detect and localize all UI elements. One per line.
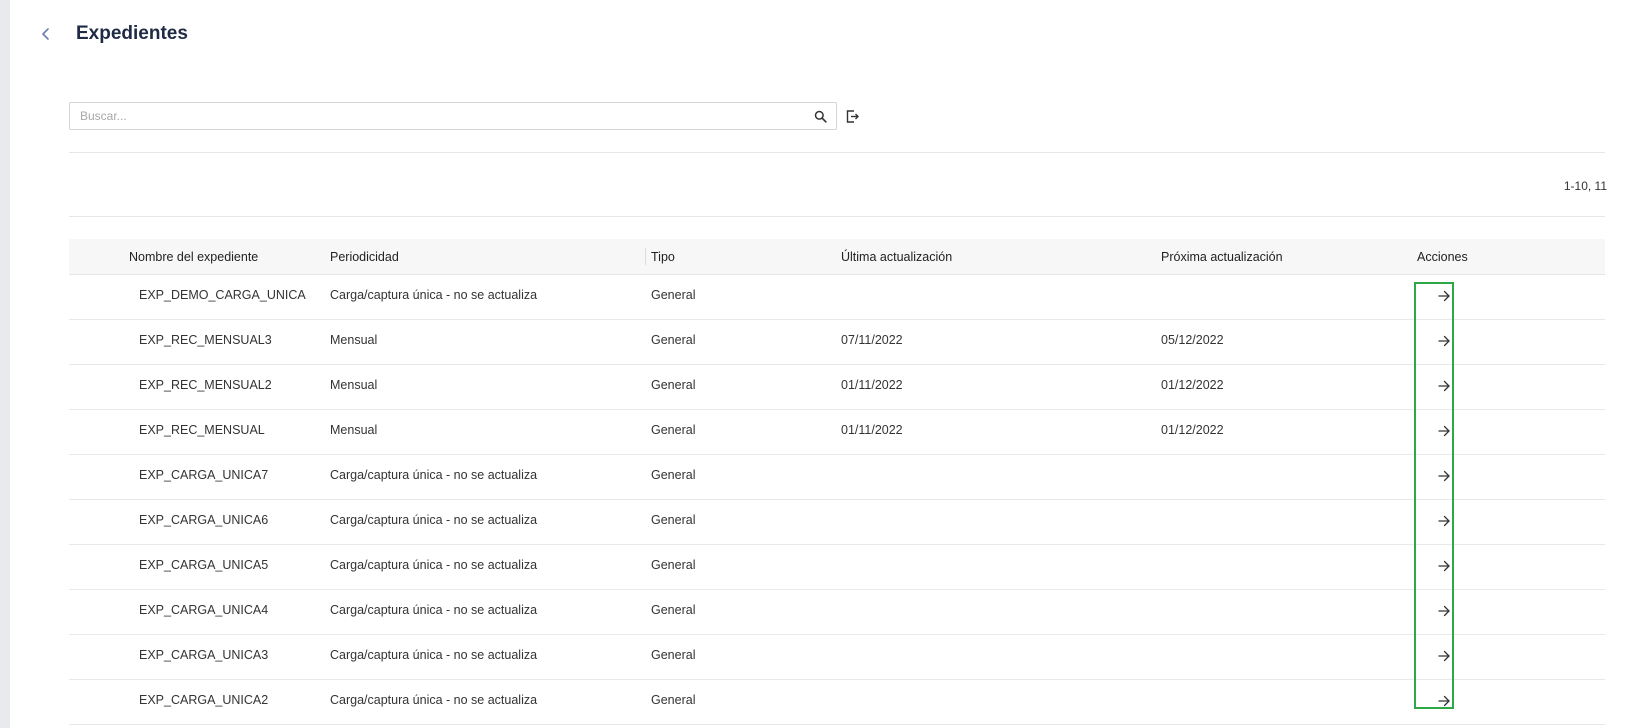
cell-name: EXP_CARGA_UNICA7 [139,468,269,482]
cell-next-update: 01/12/2022 [1161,378,1224,392]
cell-type: General [651,648,696,662]
arrow-right-icon [1438,650,1450,662]
cell-periodicity: Mensual [330,333,378,347]
cell-type: General [651,423,696,437]
cell-name: EXP_CARGA_UNICA6 [139,513,269,527]
table-body: EXP_DEMO_CARGA_UNICA Carga/captura única … [69,275,1605,725]
records-table: Nombre del expediente Periodicidad Tipo … [69,239,1605,725]
arrow-right-icon [1438,695,1450,707]
table-row[interactable]: EXP_CARGA_UNICA7 Carga/captura única - no… [69,455,1605,500]
table-header: Nombre del expediente Periodicidad Tipo … [69,239,1605,275]
cell-periodicity: Carga/captura única - no se actualiza [330,558,538,572]
pagination-info: 1-10, 11 [1563,179,1607,193]
table-row[interactable]: EXP_CARGA_UNICA6 Carga/captura única - no… [69,500,1605,545]
table-row[interactable]: EXP_CARGA_UNICA5 Carga/captura única - no… [69,545,1605,590]
col-header-periodicity[interactable]: Periodicidad [330,239,399,274]
cell-type: General [651,603,696,617]
table-row[interactable]: EXP_REC_MENSUAL3 Mensual General 07/11/2022… [69,320,1605,365]
cell-periodicity: Carga/captura única - no se actualiza [330,648,538,662]
cell-name: EXP_CARGA_UNICA2 [139,693,269,707]
cell-periodicity: Mensual [330,423,378,437]
col-header-type[interactable]: Tipo [651,239,675,274]
table-row[interactable]: EXP_DEMO_CARGA_UNICA Carga/captura única … [69,275,1605,320]
table-row[interactable]: EXP_REC_MENSUAL Mensual General 01/11/2022 0… [69,410,1605,455]
cell-next-update: 01/12/2022 [1161,423,1224,437]
export-button[interactable] [843,107,861,125]
cell-periodicity: Carga/captura única - no se actualiza [330,603,538,617]
arrow-right-icon [1438,560,1450,572]
chevron-left-icon [42,28,49,40]
cell-type: General [651,378,696,392]
open-record-button[interactable] [1432,284,1456,308]
col-header-name[interactable]: Nombre del expediente [129,239,258,274]
arrow-right-icon [1438,290,1450,302]
cell-last-update: 01/11/2022 [841,423,903,437]
cell-name: EXP_CARGA_UNICA5 [139,558,269,572]
cell-periodicity: Mensual [330,378,378,392]
open-record-button[interactable] [1432,689,1456,713]
search-icon[interactable] [812,108,828,124]
cell-type: General [651,693,696,707]
cell-periodicity: Carga/captura única - no se actualiza [330,693,538,707]
arrow-right-icon [1438,605,1450,617]
col-header-last-update[interactable]: Última actualización [841,239,952,274]
cell-type: General [651,468,696,482]
cell-next-update: 05/12/2022 [1161,333,1224,347]
cell-type: General [651,558,696,572]
table-row[interactable]: EXP_CARGA_UNICA3 Carga/captura única - no… [69,635,1605,680]
search-box [69,102,837,130]
open-record-button[interactable] [1432,554,1456,578]
cell-last-update: 01/11/2022 [841,378,903,392]
open-record-button[interactable] [1432,644,1456,668]
open-record-button[interactable] [1432,374,1456,398]
cell-name: EXP_REC_MENSUAL2 [139,378,272,392]
cell-name: EXP_CARGA_UNICA3 [139,648,269,662]
search-input[interactable] [70,104,812,128]
export-icon [846,109,859,123]
cell-last-update: 07/11/2022 [841,333,903,347]
arrow-right-icon [1438,335,1450,347]
cell-type: General [651,333,696,347]
page-header: Expedientes [36,18,188,50]
cell-type: General [651,513,696,527]
divider-bottom [69,216,1605,217]
cell-periodicity: Carga/captura única - no se actualiza [330,513,538,527]
table-row[interactable]: EXP_CARGA_UNICA2 Carga/captura única - no… [69,680,1605,725]
page-title: Expedientes [76,23,188,44]
search-row [69,102,861,130]
open-record-button[interactable] [1432,509,1456,533]
col-header-actions: Acciones [1417,249,1468,264]
column-separator [645,248,646,265]
open-record-button[interactable] [1432,464,1456,488]
cell-name: EXP_REC_MENSUAL [139,423,265,437]
open-record-button[interactable] [1432,329,1456,353]
arrow-right-icon [1438,425,1450,437]
cell-periodicity: Carga/captura única - no se actualiza [330,288,538,302]
cell-name: EXP_DEMO_CARGA_UNICA [139,288,306,302]
cell-periodicity: Carga/captura única - no se actualiza [330,468,538,482]
cell-type: General [651,288,696,302]
back-button[interactable] [36,24,56,44]
col-header-next-update[interactable]: Próxima actualización [1161,239,1283,274]
cell-name: EXP_REC_MENSUAL3 [139,333,272,347]
arrow-right-icon [1438,515,1450,527]
open-record-button[interactable] [1432,599,1456,623]
cell-name: EXP_CARGA_UNICA4 [139,603,269,617]
table-row[interactable]: EXP_CARGA_UNICA4 Carga/captura única - no… [69,590,1605,635]
arrow-right-icon [1438,470,1450,482]
table-row[interactable]: EXP_REC_MENSUAL2 Mensual General 01/11/2022… [69,365,1605,410]
arrow-right-icon [1438,380,1450,392]
open-record-button[interactable] [1432,419,1456,443]
divider-top [69,152,1605,153]
left-rail [0,0,10,728]
